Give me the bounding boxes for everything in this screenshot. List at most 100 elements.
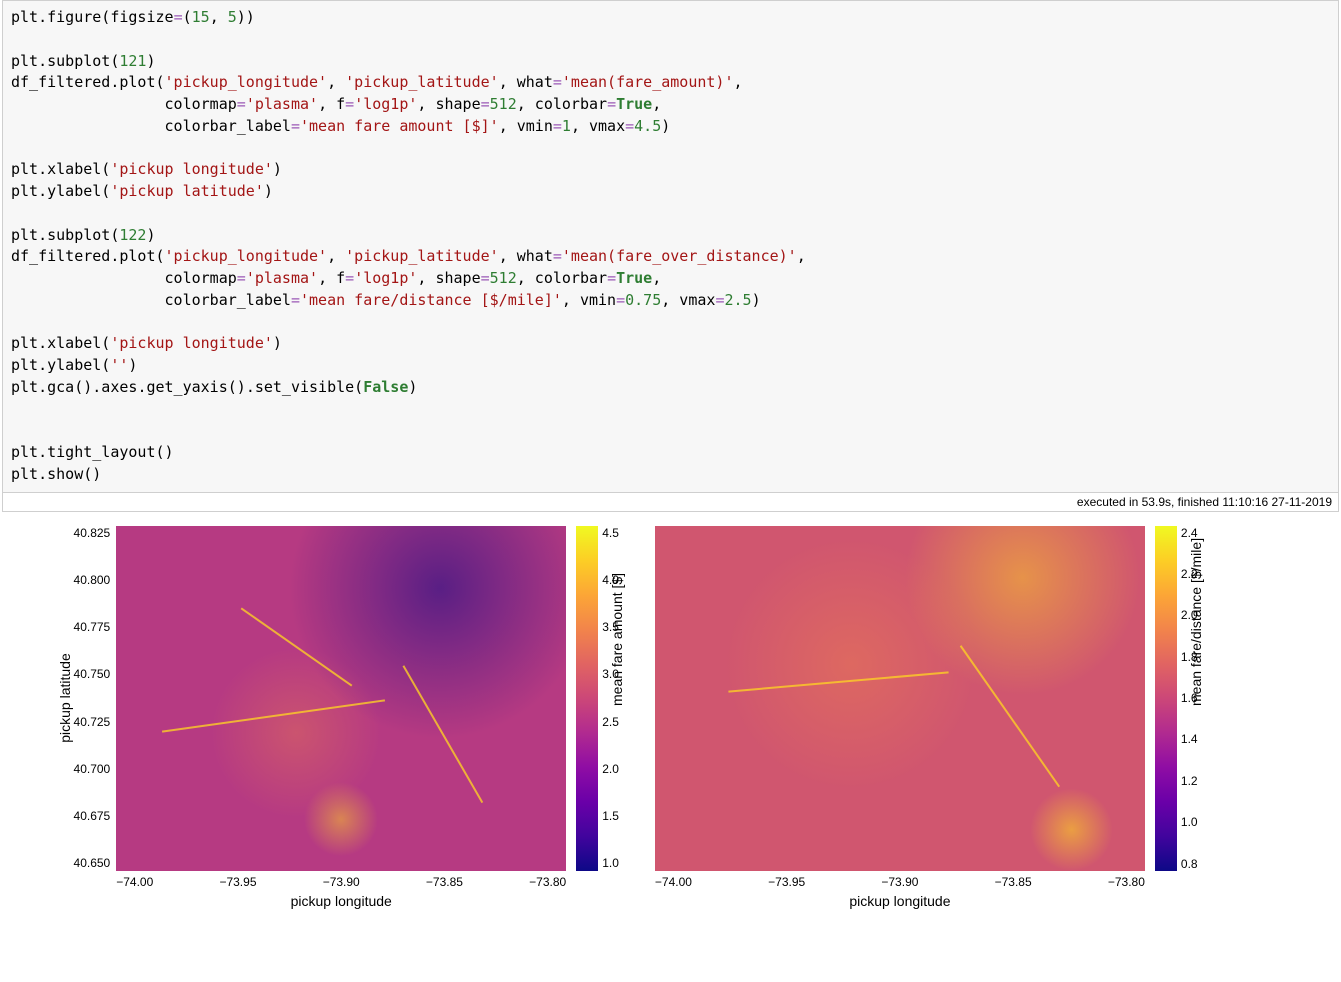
cbar-tick: 2.5 bbox=[602, 715, 619, 729]
code-token: = bbox=[625, 117, 634, 135]
code-token: df_filtered bbox=[11, 247, 110, 265]
code-token: .subplot( bbox=[38, 226, 119, 244]
code-token: = bbox=[237, 269, 246, 287]
code-token: 'mean fare amount [$]' bbox=[300, 117, 499, 135]
code-token: .set_visible( bbox=[246, 378, 363, 396]
xtick: −74.00 bbox=[655, 875, 692, 889]
code-token: ) bbox=[146, 226, 155, 244]
code-token: , shape bbox=[417, 269, 480, 287]
code-token: , colorbar bbox=[517, 95, 607, 113]
code-token: 'pickup longitude' bbox=[110, 334, 273, 352]
code-token: = bbox=[291, 291, 300, 309]
xtick: −73.90 bbox=[881, 875, 918, 889]
code-token: colorbar_label bbox=[11, 291, 291, 309]
code-token: .get_yaxis() bbox=[137, 378, 245, 396]
code-token: 'mean fare/distance [$/mile]' bbox=[300, 291, 562, 309]
code-token: 15 bbox=[192, 8, 210, 26]
code-token: ) bbox=[264, 182, 273, 200]
code-token: , bbox=[734, 73, 743, 91]
cbar-tick: 0.8 bbox=[1181, 857, 1198, 871]
cbar-tick: 2.0 bbox=[602, 762, 619, 776]
subplot-left: pickup latitude 40.825 40.800 40.775 40.… bbox=[20, 526, 625, 909]
xlabel-left: pickup longitude bbox=[291, 893, 392, 909]
code-token: colorbar_label bbox=[11, 117, 291, 135]
code-token: 'plasma' bbox=[246, 95, 318, 113]
colorbar-label-left: mean fare amount [$] bbox=[609, 690, 625, 706]
xtick: −74.00 bbox=[116, 875, 153, 889]
cbar-tick: 1.0 bbox=[602, 856, 619, 870]
code-token: = bbox=[481, 269, 490, 287]
code-token: plt bbox=[11, 8, 38, 26]
code-token: = bbox=[616, 291, 625, 309]
code-token: ( bbox=[183, 8, 192, 26]
colorbar-left bbox=[576, 526, 598, 871]
cbar-tick: 4.5 bbox=[602, 526, 619, 540]
code-token: 'log1p' bbox=[354, 269, 417, 287]
code-token: , bbox=[652, 269, 661, 287]
code-token: .show() bbox=[38, 465, 101, 483]
cbar-tick: 1.2 bbox=[1181, 774, 1198, 788]
code-token: , colorbar bbox=[517, 269, 607, 287]
xtick: −73.90 bbox=[323, 875, 360, 889]
heatmap-left bbox=[116, 526, 566, 871]
code-token: True bbox=[616, 269, 652, 287]
heatmap-right bbox=[655, 526, 1145, 871]
code-token: , shape bbox=[417, 95, 480, 113]
code-token: 'log1p' bbox=[354, 95, 417, 113]
code-token: = bbox=[174, 8, 183, 26]
code-token: , vmin bbox=[562, 291, 616, 309]
code-token: 'pickup_longitude' bbox=[165, 247, 328, 265]
code-token: False bbox=[363, 378, 408, 396]
ytick: 40.700 bbox=[74, 762, 111, 776]
code-token: df_filtered bbox=[11, 73, 110, 91]
code-token: 0.75 bbox=[625, 291, 661, 309]
colorbar-label-right: mean fare/distance [$/mile] bbox=[1188, 690, 1204, 706]
code-token: 121 bbox=[119, 52, 146, 70]
code-token: plt bbox=[11, 334, 38, 352]
xtick: −73.80 bbox=[1108, 875, 1145, 889]
code-token: plt bbox=[11, 378, 38, 396]
code-token: 5 bbox=[228, 8, 237, 26]
execution-status: executed in 53.9s, finished 11:10:16 27-… bbox=[2, 493, 1339, 512]
code-token: 'pickup_latitude' bbox=[345, 73, 499, 91]
ytick: 40.675 bbox=[74, 809, 111, 823]
code-token: ) bbox=[661, 117, 670, 135]
code-token: , bbox=[327, 247, 345, 265]
colorbar-right bbox=[1155, 526, 1177, 871]
code-token: '' bbox=[110, 356, 128, 374]
ytick: 40.800 bbox=[74, 573, 111, 587]
code-token: .xlabel( bbox=[38, 334, 110, 352]
code-token: , bbox=[797, 247, 806, 265]
code-token: 2.5 bbox=[724, 291, 751, 309]
code-token: 'plasma' bbox=[246, 269, 318, 287]
code-token: , bbox=[652, 95, 661, 113]
code-token: , f bbox=[318, 95, 345, 113]
xtick: −73.85 bbox=[426, 875, 463, 889]
xtick: −73.95 bbox=[768, 875, 805, 889]
code-token: plt bbox=[11, 226, 38, 244]
code-token: 'mean(fare_over_distance)' bbox=[562, 247, 797, 265]
code-token: .ylabel( bbox=[38, 182, 110, 200]
code-token: .axes bbox=[92, 378, 137, 396]
code-token: = bbox=[553, 247, 562, 265]
code-token: colormap bbox=[11, 269, 237, 287]
code-token: ) bbox=[752, 291, 761, 309]
xtick: −73.80 bbox=[529, 875, 566, 889]
ytick: 40.650 bbox=[74, 856, 111, 870]
cbar-tick: 1.4 bbox=[1181, 732, 1198, 746]
cbar-tick: 1.5 bbox=[602, 809, 619, 823]
ytick: 40.725 bbox=[74, 715, 111, 729]
code-token: 4.5 bbox=[634, 117, 661, 135]
code-token: .ylabel( bbox=[38, 356, 110, 374]
code-token: plt bbox=[11, 356, 38, 374]
code-token: plt bbox=[11, 443, 38, 461]
figure-output: pickup latitude 40.825 40.800 40.775 40.… bbox=[0, 526, 1337, 909]
code-token: = bbox=[345, 95, 354, 113]
code-token: plt bbox=[11, 182, 38, 200]
code-cell[interactable]: plt.figure(figsize=(15, 5)) plt.subplot(… bbox=[2, 0, 1339, 493]
code-token: 'pickup latitude' bbox=[110, 182, 264, 200]
code-token: = bbox=[481, 95, 490, 113]
code-token: ) bbox=[408, 378, 417, 396]
code-token: 'pickup longitude' bbox=[110, 160, 273, 178]
ytick: 40.775 bbox=[74, 620, 111, 634]
